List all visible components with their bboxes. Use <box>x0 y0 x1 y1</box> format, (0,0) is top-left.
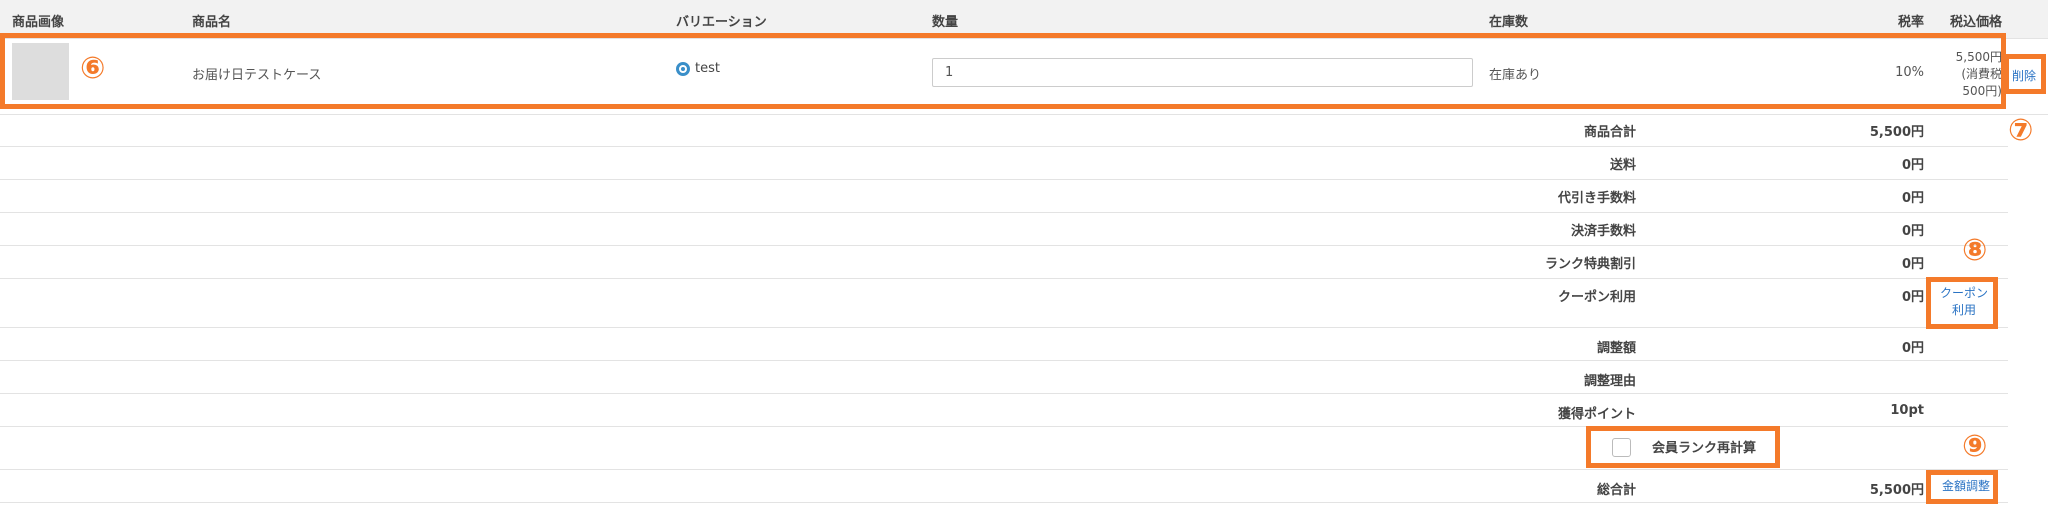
summary-row-points <box>0 394 2008 427</box>
highlight-box-7 <box>2004 54 2046 94</box>
annotation-number-8: ⑧ <box>1962 233 1988 268</box>
summary-row-total <box>0 470 2008 503</box>
header-name: 商品名 <box>192 15 232 30</box>
total-label: 総合計 <box>1596 483 1636 498</box>
header-quantity: 数量 <box>932 15 959 30</box>
points-value: 10pt <box>1890 403 1924 418</box>
rank-discount-label: ランク特典割引 <box>1544 257 1636 272</box>
annotation-number-9: ⑨ <box>1962 429 1988 464</box>
header-stock: 在庫数 <box>1489 15 1529 30</box>
summary-row-shipping <box>0 147 2008 180</box>
highlight-box-8 <box>1926 277 1998 329</box>
payment-fee-value: 0円 <box>1901 224 1924 239</box>
summary-row-rank-discount <box>0 246 2008 279</box>
cod-fee-label: 代引き手数料 <box>1557 191 1636 206</box>
rank-discount-value: 0円 <box>1901 257 1924 272</box>
adjustment-label: 調整額 <box>1596 341 1636 356</box>
points-label: 獲得ポイント <box>1557 407 1636 422</box>
coupon-label: クーポン利用 <box>1557 290 1636 305</box>
summary-row-payment-fee <box>0 213 2008 246</box>
cod-fee-value: 0円 <box>1901 191 1924 206</box>
header-tax-rate: 税率 <box>1898 15 1925 30</box>
header-price: 税込価格 <box>1950 15 2003 30</box>
highlight-box-9 <box>1926 470 1998 504</box>
summary-row-cod-fee <box>0 180 2008 213</box>
header-variation: バリエーション <box>676 15 767 30</box>
coupon-value: 0円 <box>1901 290 1924 305</box>
highlight-box-6 <box>0 33 2006 109</box>
summary-row-adjustment <box>0 328 2008 361</box>
adjustment-value: 0円 <box>1901 341 1924 356</box>
adjustment-reason-label: 調整理由 <box>1583 374 1636 389</box>
header-image: 商品画像 <box>12 15 65 30</box>
shipping-label: 送料 <box>1609 158 1636 173</box>
highlight-box-rank-recalc <box>1586 426 1780 468</box>
shipping-value: 0円 <box>1901 158 1924 173</box>
annotation-number-7: ⑦ <box>2008 113 2034 148</box>
payment-fee-label: 決済手数料 <box>1570 224 1636 239</box>
annotation-number-6: ⑥ <box>80 51 106 86</box>
total-value: 5,500円 <box>1869 483 1924 498</box>
summary-row-adjustment-reason <box>0 361 2008 394</box>
subtotal-value: 5,500円 <box>1869 125 1924 140</box>
summary-row-coupon <box>0 279 2008 328</box>
subtotal-label: 商品合計 <box>1583 125 1636 140</box>
summary-row-subtotal <box>0 114 2008 147</box>
